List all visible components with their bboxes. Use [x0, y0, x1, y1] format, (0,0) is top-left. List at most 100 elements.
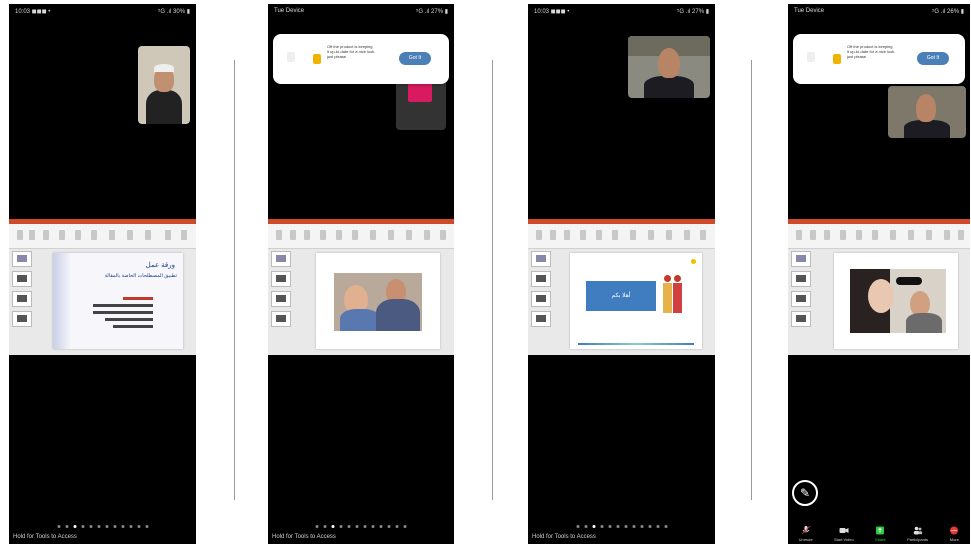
banner-message: Off the product is keeping it up-to-date…	[327, 44, 375, 59]
slide-thumb[interactable]	[271, 251, 291, 267]
divider-2	[492, 60, 493, 500]
start-video-label: Start Video	[834, 537, 854, 542]
notification-banner[interactable]: Off the product is keeping it up-to-date…	[793, 34, 965, 84]
slide-thumb[interactable]	[531, 291, 551, 307]
banner-message: Off the product is keeping it up-to-date…	[847, 44, 895, 59]
slide-thumb[interactable]	[791, 271, 811, 287]
presentation-share	[268, 219, 454, 355]
status-battery: ⁵G .ıl 26% ▮	[931, 9, 964, 15]
ribbon	[788, 224, 970, 249]
share-icon	[876, 526, 885, 535]
ribbon	[528, 224, 715, 249]
page-indicator	[576, 525, 667, 528]
slide-thumb[interactable]	[531, 251, 551, 267]
hint-text: Hold for Tools to Access	[532, 534, 596, 540]
app-icon	[287, 52, 295, 62]
notification-banner[interactable]: Off the product is keeping it up-to-date…	[273, 34, 449, 84]
presentation-share: ورقة عمل تطبيق المصطلحات الخاصة بالمقالة	[9, 219, 196, 355]
unmute-label: Unmute	[798, 537, 813, 542]
ribbon	[268, 224, 454, 249]
more-icon	[950, 526, 959, 535]
participant-body	[146, 90, 182, 124]
participants-icon	[913, 526, 922, 535]
slide-blue-box: أهلا بكم	[586, 281, 656, 311]
slide-thumb[interactable]	[531, 311, 551, 327]
slide-thumb[interactable]	[791, 311, 811, 327]
status-battery: ⁵G .ıl 27% ▮	[676, 9, 709, 15]
more-button[interactable]: More	[949, 526, 959, 542]
ribbon	[9, 224, 196, 249]
unmute-button[interactable]: Unmute	[799, 526, 813, 542]
phone-screen-1: 10:03 ◼◼◼ • ⁵G .ıl 30% ▮ ورقة عمل تطبيق …	[9, 4, 196, 544]
divider-1	[234, 60, 235, 500]
video-thumbnail[interactable]	[888, 86, 966, 138]
slide-thumb[interactable]	[271, 271, 291, 287]
video-thumbnail[interactable]	[138, 46, 190, 124]
got-it-button[interactable]: Got It	[917, 52, 949, 65]
slide-thumb[interactable]	[12, 291, 32, 307]
participant-body	[644, 76, 694, 98]
slide-figures	[662, 275, 684, 319]
app-icon	[807, 52, 815, 62]
slide-thumb[interactable]	[531, 271, 551, 287]
slide-thumbnails[interactable]	[791, 251, 811, 351]
status-time: 10:03 ◼◼◼ •	[534, 9, 570, 15]
status-device: Tue Device	[794, 8, 825, 14]
meeting-toolbar: Unmute Start Video Share Participants Mo…	[788, 516, 970, 544]
got-it-button[interactable]: Got It	[399, 52, 431, 65]
participant-face	[916, 94, 936, 122]
status-battery: ⁵G .ıl 30% ▮	[157, 9, 190, 15]
main-slide	[316, 253, 440, 349]
slide-thumb[interactable]	[12, 251, 32, 267]
phone-screen-3: 10:03 ◼◼◼ • ⁵G .ıl 27% ▮ أهلا بكم Hold f…	[528, 4, 715, 544]
share-label: Share	[875, 537, 886, 542]
presentation-share: أهلا بكم	[528, 219, 715, 355]
participants-label: Participants	[907, 537, 928, 542]
participant-hair	[154, 64, 174, 72]
slide-photo	[850, 269, 946, 333]
slide-thumbnails[interactable]	[271, 251, 291, 351]
page-indicator	[315, 525, 407, 528]
start-video-button[interactable]: Start Video	[834, 526, 854, 542]
slide-dot	[691, 259, 696, 264]
presentation-share	[788, 219, 970, 355]
slide-subtitle: تطبيق المصطلحات الخاصة بالمقالة	[104, 273, 177, 279]
status-bar: 10:03 ◼◼◼ • ⁵G .ıl 27% ▮	[528, 8, 715, 20]
microphone-icon	[801, 526, 810, 535]
hint-text: Hold for Tools to Access	[13, 534, 77, 540]
slide-thumb[interactable]	[791, 251, 811, 267]
divider-3	[751, 60, 752, 500]
main-slide: ورقة عمل تطبيق المصطلحات الخاصة بالمقالة	[53, 253, 183, 349]
status-device: Tue Device	[274, 8, 305, 14]
battery-icon	[313, 54, 321, 64]
battery-icon	[833, 54, 841, 64]
slide-thumb[interactable]	[12, 271, 32, 287]
slide-thumb[interactable]	[791, 291, 811, 307]
slide-thumb[interactable]	[271, 311, 291, 327]
participant-face	[658, 48, 680, 78]
slide-thumb[interactable]	[271, 291, 291, 307]
slide-decoration	[53, 253, 71, 349]
status-bar: Tue Device ⁵G .ıl 26% ▮	[788, 8, 970, 20]
phone-screen-4: Tue Device ⁵G .ıl 26% ▮ Off the product …	[788, 4, 970, 544]
slide-title: ورقة عمل	[145, 262, 175, 269]
page-indicator	[57, 525, 148, 528]
slide-footer-bar	[578, 343, 694, 345]
hint-text: Hold for Tools to Access	[272, 534, 336, 540]
participants-button[interactable]: Participants	[907, 526, 928, 542]
slide-thumbnails[interactable]	[531, 251, 551, 351]
slide-photo	[334, 273, 422, 331]
more-label: More	[949, 537, 959, 542]
video-thumbnail[interactable]	[628, 36, 710, 98]
slide-thumbnails[interactable]	[12, 251, 32, 351]
status-battery: ⁵G .ıl 27% ▮	[415, 9, 448, 15]
status-bar: 10:03 ◼◼◼ • ⁵G .ıl 30% ▮	[9, 8, 196, 20]
share-button[interactable]: Share	[875, 526, 886, 542]
status-bar: Tue Device ⁵G .ıl 27% ▮	[268, 8, 454, 20]
main-slide: أهلا بكم	[570, 253, 702, 349]
phone-screen-2: Tue Device ⁵G .ıl 27% ▮ Off the product …	[268, 4, 454, 544]
annotate-pen-button[interactable]: ✎	[792, 480, 818, 506]
slide-text-block	[93, 297, 153, 328]
video-camera-icon	[839, 528, 849, 533]
slide-thumb[interactable]	[12, 311, 32, 327]
